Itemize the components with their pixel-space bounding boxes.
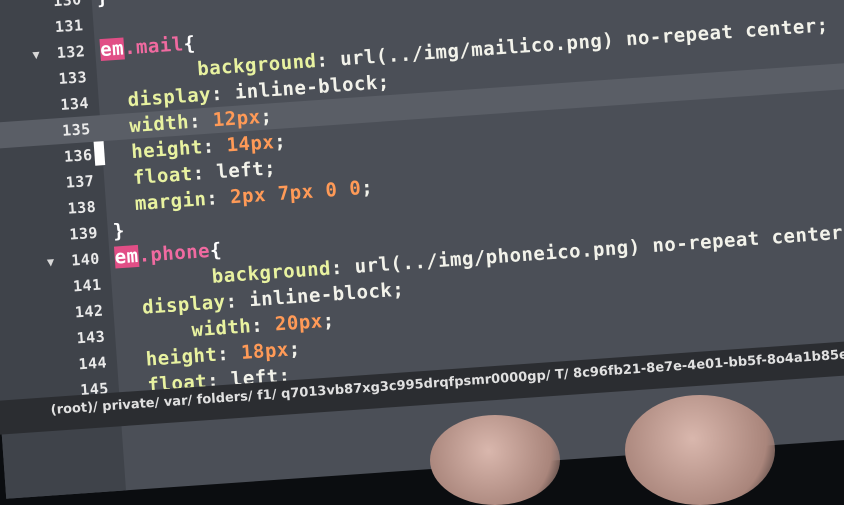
code-token: } bbox=[112, 219, 126, 243]
line-number: 131 bbox=[54, 16, 85, 37]
code-token: : bbox=[205, 186, 231, 211]
line-number: 134 bbox=[59, 94, 90, 114]
code-token: ; bbox=[287, 337, 302, 361]
code-token: .phone bbox=[137, 239, 211, 267]
line-number: 133 bbox=[57, 68, 88, 89]
code-token: 20px bbox=[274, 310, 324, 336]
code-token: : bbox=[250, 313, 276, 338]
line-number: 137 bbox=[65, 171, 95, 192]
code-token: ; bbox=[259, 105, 274, 129]
code-token: ; bbox=[273, 130, 287, 154]
line-number: 139 bbox=[68, 223, 99, 244]
line-number: 135 bbox=[61, 119, 92, 140]
line-number: 140 bbox=[70, 249, 101, 270]
code-token: width bbox=[104, 111, 190, 139]
code-token: : bbox=[216, 342, 242, 366]
code-text: } bbox=[96, 0, 109, 9]
code-token: { bbox=[182, 32, 197, 56]
line-number: 143 bbox=[76, 327, 106, 348]
code-token: : bbox=[188, 109, 214, 134]
line-number: 141 bbox=[72, 275, 103, 296]
line-number: 130 bbox=[52, 0, 83, 11]
code-token: em bbox=[113, 244, 140, 269]
fold-arrow-icon[interactable]: ▼ bbox=[27, 47, 46, 62]
code-token: 14px bbox=[225, 131, 275, 157]
code-token: em bbox=[99, 37, 125, 62]
code-token: : left; bbox=[191, 157, 277, 185]
code-token: { bbox=[209, 239, 223, 262]
line-number: 132 bbox=[56, 42, 86, 63]
code-text: } bbox=[112, 220, 125, 243]
code-token: float bbox=[108, 162, 194, 191]
line-number: 138 bbox=[66, 197, 97, 218]
line-number: 136 bbox=[63, 145, 94, 166]
code-token: } bbox=[96, 0, 109, 9]
code-token: .mail bbox=[123, 33, 185, 60]
code-token: 12px bbox=[212, 106, 262, 132]
line-number: 144 bbox=[77, 353, 108, 374]
line-number: 142 bbox=[74, 301, 105, 322]
code-token: ; bbox=[321, 309, 336, 333]
finger-left bbox=[430, 415, 560, 505]
code-token: 18px bbox=[240, 338, 290, 364]
code-token: ; bbox=[360, 176, 374, 200]
code-token: : bbox=[201, 134, 228, 159]
text-cursor bbox=[93, 141, 106, 166]
finger-right bbox=[625, 395, 775, 505]
fold-arrow-icon[interactable]: ▼ bbox=[41, 254, 60, 270]
